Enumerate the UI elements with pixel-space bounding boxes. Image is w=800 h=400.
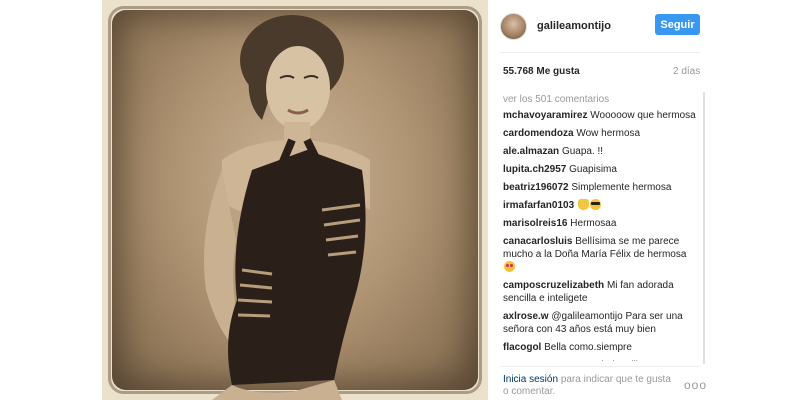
comment-item: flacogol Bella como.siempre <box>503 341 698 354</box>
comment-item: canacarlosluis Bellísima se me parece mu… <box>503 235 698 274</box>
comment-text: Wooooow que hermosa <box>590 110 696 121</box>
comment-username[interactable]: cardomendoza <box>503 128 574 139</box>
comment-item: beatriz196072 Simplemente hermosa <box>503 181 698 194</box>
comment-username[interactable]: axlrose.w <box>503 311 549 322</box>
comment-item: mchavoyaramirez Wooooow que hermosa <box>503 109 698 122</box>
comment-text: Awesome baby I like <box>555 360 647 361</box>
comment-username[interactable]: camposcruzelizabeth <box>503 280 604 291</box>
sunglasses-face-icon <box>589 199 601 210</box>
comment-text: Guapisima <box>569 164 617 175</box>
footer-divider <box>500 366 700 367</box>
comment-item: camposcruzelizabeth Mi fan adorada senci… <box>503 279 698 305</box>
comment-item: ale.almazan Guapa. !! <box>503 145 698 158</box>
comment-text: Hermosaa <box>570 218 617 229</box>
post-timestamp[interactable]: 2 días <box>673 66 700 77</box>
login-prompt: Inicia sesión para indicar que te gusta … <box>503 374 673 398</box>
comment-text: Bella como.siempre <box>544 342 632 353</box>
comment-item: cardomendoza Wow hermosa <box>503 127 698 140</box>
likes-count[interactable]: 55.768 Me gusta <box>503 66 580 77</box>
comments-list: mchavoyaramirez Wooooow que hermosa cardo… <box>503 109 698 361</box>
load-more-comments-link[interactable]: ver los 501 comentarios <box>503 94 609 105</box>
comment-username[interactable]: renan7826 <box>503 360 552 361</box>
heart-eyes-face-icon <box>504 261 515 272</box>
comments-scrollbar[interactable] <box>703 92 705 364</box>
comment-text: Wow hermosa <box>576 128 641 139</box>
comment-username[interactable]: canacarlosluis <box>503 236 572 247</box>
comment-text: Simplemente hermosa <box>571 182 672 193</box>
comment-username[interactable]: lupita.ch2957 <box>503 164 566 175</box>
portrait-figure <box>204 15 370 400</box>
follow-button[interactable]: Seguir <box>655 14 700 35</box>
comment-item: lupita.ch2957 Guapisima <box>503 163 698 176</box>
comment-username[interactable]: mchavoyaramirez <box>503 110 588 121</box>
login-link[interactable]: Inicia sesión <box>503 374 558 385</box>
comment-username[interactable]: ale.almazan <box>503 146 559 157</box>
header-divider <box>500 52 700 53</box>
comment-username[interactable]: irmafarfan0103 <box>503 200 574 211</box>
comment-username[interactable]: flacogol <box>503 342 541 353</box>
thumbs-up-icon <box>577 199 589 210</box>
comment-item: marisolreis16 Hermosaa <box>503 217 698 230</box>
comment-username[interactable]: beatriz196072 <box>503 182 569 193</box>
photo-panel <box>0 0 488 400</box>
author-username[interactable]: galileamontijo <box>537 20 611 32</box>
more-options-icon[interactable]: ooo <box>684 378 707 392</box>
post-sidebar: galileamontijo Seguir 55.768 Me gusta 2 … <box>488 0 800 400</box>
comment-text: Guapa. !! <box>561 146 604 157</box>
post-photo[interactable] <box>102 0 488 400</box>
comment-item: axlrose.w @galileamontijo Para ser una s… <box>503 310 698 336</box>
avatar[interactable] <box>500 12 527 40</box>
comment-username[interactable]: marisolreis16 <box>503 218 568 229</box>
comment-item: renan7826 Awesome baby I like <box>503 359 698 361</box>
comment-item: irmafarfan0103 <box>503 199 698 212</box>
